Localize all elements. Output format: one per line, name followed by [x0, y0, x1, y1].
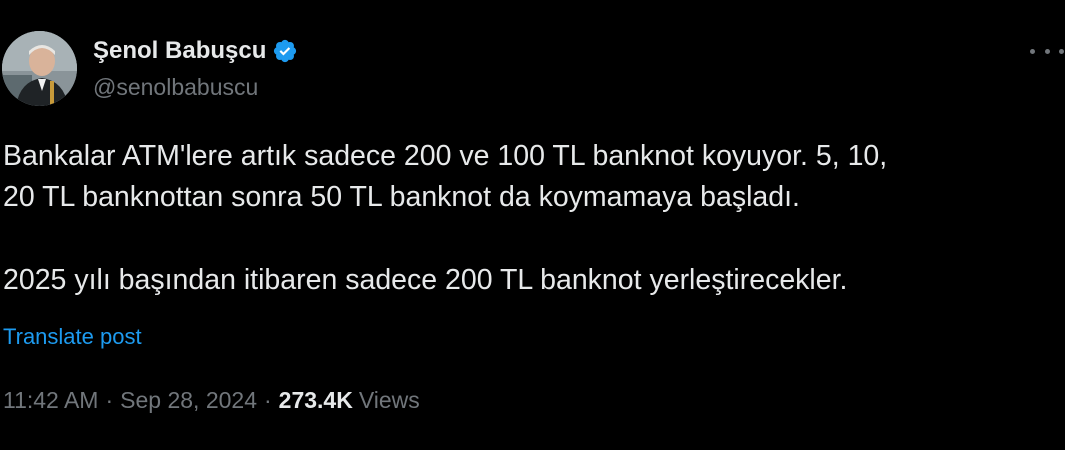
more-dot [1030, 48, 1035, 54]
tweet-line: Bankalar ATM'lere artık sadece 200 ve 10… [3, 140, 888, 172]
author-handle[interactable]: @senolbabuscu [93, 74, 258, 101]
more-dot [1059, 48, 1064, 54]
tweet-metadata: 11:42 AM · Sep 28, 2024 · 273.4K Views [3, 387, 420, 414]
verified-badge-icon[interactable] [272, 38, 298, 64]
more-dot [1044, 48, 1050, 54]
avatar[interactable] [2, 31, 77, 106]
tweet-time[interactable]: 11:42 AM [3, 387, 98, 414]
profile-photo [2, 31, 77, 106]
tweet-line: 2025 yılı başından itibaren sadece 200 T… [3, 264, 848, 296]
author-display-name[interactable]: Şenol Babuşcu [93, 37, 266, 65]
tweet-date[interactable]: Sep 28, 2024 [120, 387, 257, 414]
views-label: Views [358, 387, 420, 413]
tweet-text: Bankalar ATM'lere artık sadece 200 ve 10… [3, 136, 1058, 301]
more-options-icon[interactable] [1030, 40, 1064, 62]
separator: · [105, 387, 114, 413]
tweet-line: 20 TL banknottan sonra 50 TL banknot da … [3, 181, 800, 213]
separator: · [264, 387, 272, 413]
views-count[interactable]: 273.4K [279, 387, 353, 414]
translate-post-link[interactable]: Translate post [3, 324, 142, 350]
author-name-row[interactable]: Şenol Babuşcu [93, 36, 298, 66]
